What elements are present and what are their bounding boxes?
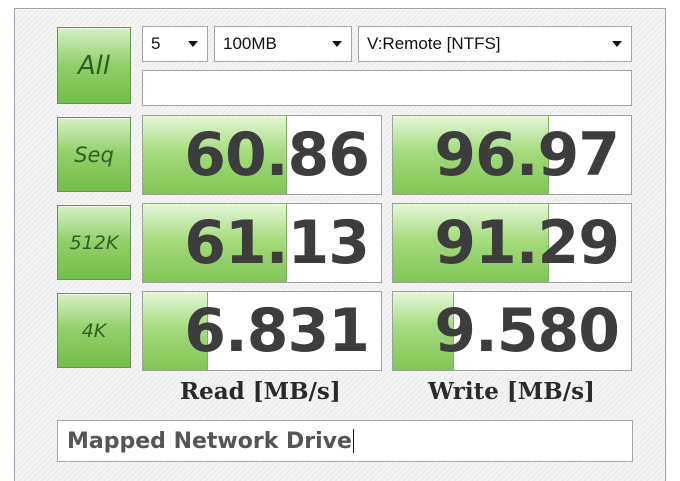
chevron-down-icon bbox=[188, 41, 198, 47]
512k-write-result: 91.29 bbox=[392, 203, 632, 283]
512k-read-result: 61.13 bbox=[142, 203, 382, 283]
512k-button[interactable]: 512K bbox=[57, 205, 131, 280]
4k-write-value: 9.580 bbox=[434, 296, 620, 366]
seq-button[interactable]: Seq bbox=[57, 117, 131, 192]
comment-field[interactable] bbox=[142, 70, 632, 106]
runs-select[interactable]: 5 bbox=[142, 26, 208, 62]
chevron-down-icon bbox=[332, 41, 342, 47]
4k-write-result: 9.580 bbox=[392, 291, 632, 371]
4k-read-value: 6.831 bbox=[184, 296, 370, 366]
read-column-label: Read [MB/s] bbox=[180, 378, 341, 405]
chevron-down-icon bbox=[612, 41, 622, 47]
seq-write-value: 96.97 bbox=[434, 120, 620, 190]
drive-value: V:Remote [NTFS] bbox=[367, 34, 501, 53]
512k-read-value: 61.13 bbox=[184, 208, 370, 278]
4k-button[interactable]: 4K bbox=[57, 293, 131, 368]
size-value: 100MB bbox=[223, 34, 277, 53]
512k-write-value: 91.29 bbox=[434, 208, 620, 278]
write-column-label: Write [MB/s] bbox=[428, 378, 595, 405]
text-cursor bbox=[352, 429, 354, 453]
drive-select[interactable]: V:Remote [NTFS] bbox=[358, 26, 632, 62]
description-text: Mapped Network Drive bbox=[67, 428, 352, 454]
seq-write-result: 96.97 bbox=[392, 115, 632, 195]
4k-read-result: 6.831 bbox=[142, 291, 382, 371]
runs-value: 5 bbox=[151, 34, 161, 53]
seq-read-value: 60.86 bbox=[184, 120, 370, 190]
all-button[interactable]: All bbox=[57, 27, 131, 104]
size-select[interactable]: 100MB bbox=[214, 26, 352, 62]
seq-read-result: 60.86 bbox=[142, 115, 382, 195]
description-field[interactable]: Mapped Network Drive bbox=[57, 420, 633, 462]
